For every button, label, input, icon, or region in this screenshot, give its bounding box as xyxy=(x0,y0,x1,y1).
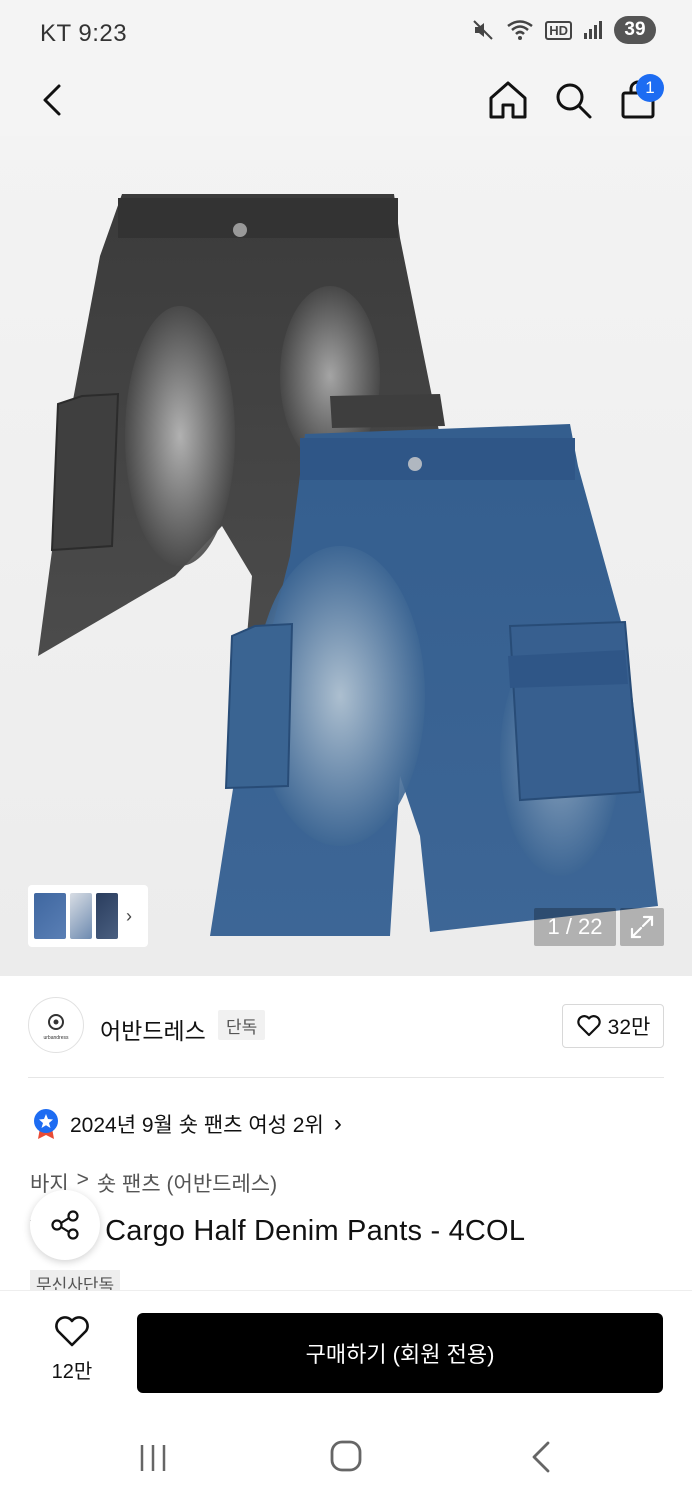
back-button[interactable] xyxy=(30,78,74,122)
thumbnail-image[interactable] xyxy=(70,893,92,939)
share-button[interactable] xyxy=(30,1190,100,1260)
brand-row: urbandress 어반드레스 단독 32만 xyxy=(28,976,664,1078)
expand-icon xyxy=(630,915,654,939)
buy-button[interactable]: 구매하기 (회원 전용) xyxy=(137,1313,663,1393)
brand-like-count: 32만 xyxy=(607,1016,651,1039)
search-icon xyxy=(556,83,592,119)
search-button[interactable] xyxy=(551,78,595,122)
signal-icon xyxy=(582,19,604,41)
brand-exclusive-tag: 단독 xyxy=(218,1010,266,1040)
image-page-counter: 1 / 22 xyxy=(534,908,616,946)
product-image-gallery[interactable]: › 1 / 22 xyxy=(0,136,692,976)
share-icon xyxy=(51,1210,79,1240)
thumbnail-image[interactable] xyxy=(34,893,66,939)
system-navigation-bar xyxy=(0,1414,692,1500)
breadcrumb-current[interactable]: 숏 팬츠 (어반드레스) xyxy=(97,1168,277,1198)
hd-icon: HD xyxy=(545,20,572,40)
back-nav-icon[interactable] xyxy=(526,1440,556,1474)
chevron-right-icon: › xyxy=(333,1110,342,1137)
wishlist-count: 12만 xyxy=(51,1361,93,1383)
brand-logo[interactable]: urbandress xyxy=(28,997,84,1053)
carrier-time: KT 9:23 xyxy=(40,20,128,47)
thumbnail-strip[interactable]: › xyxy=(28,885,148,947)
mute-icon xyxy=(471,18,495,42)
status-icons: HD 39 xyxy=(471,16,656,44)
home-button[interactable] xyxy=(486,78,530,122)
bottom-action-bar: 12만 구매하기 (회원 전용) xyxy=(0,1290,692,1414)
chevron-right-icon[interactable]: › xyxy=(126,906,132,927)
brand-name[interactable]: 어반드레스 xyxy=(100,1012,206,1046)
wishlist-button[interactable]: 12만 xyxy=(40,1315,104,1384)
battery-indicator: 39 xyxy=(614,16,656,44)
app-bar: 1 xyxy=(0,66,692,200)
status-bar: KT 9:23 HD 39 xyxy=(0,0,692,66)
cart-count-badge: 1 xyxy=(636,74,664,102)
svg-text:urbandress: urbandress xyxy=(43,1035,69,1041)
ranking-text: 2024년 9월 숏 팬츠 여성 2위 xyxy=(70,1114,324,1137)
home-icon xyxy=(489,81,527,119)
wifi-icon xyxy=(505,18,535,42)
heart-icon xyxy=(576,1015,601,1037)
expand-button[interactable] xyxy=(620,908,664,946)
heart-icon xyxy=(55,1316,89,1347)
ranking-badge-icon xyxy=(34,1109,58,1139)
thumbnail-image[interactable] xyxy=(96,893,118,939)
recents-icon[interactable] xyxy=(136,1442,170,1474)
product-title: Wide Cargo Half Denim Pants - 4COL xyxy=(30,1215,526,1247)
cart-button[interactable]: 1 xyxy=(616,74,664,122)
chevron-left-icon xyxy=(43,84,61,116)
brand-like-button[interactable]: 32만 xyxy=(562,1004,664,1048)
brand-logo-mark: urbandress xyxy=(43,1014,69,1041)
ranking-row[interactable]: 2024년 9월 숏 팬츠 여성 2위 › xyxy=(32,1108,342,1140)
product-photo xyxy=(38,194,658,936)
home-nav-icon[interactable] xyxy=(328,1438,364,1474)
